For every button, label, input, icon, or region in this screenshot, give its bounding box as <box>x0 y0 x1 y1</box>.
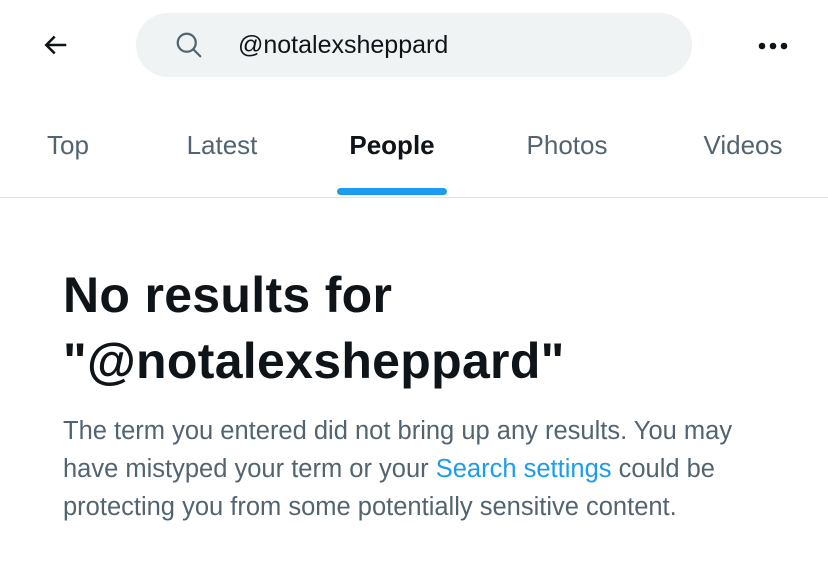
back-button[interactable] <box>30 22 80 72</box>
tab-videos[interactable]: Videos <box>658 108 828 198</box>
empty-state: No results for "@notalexsheppard" The te… <box>63 262 783 526</box>
tab-label: Latest <box>186 130 258 160</box>
tab-photos[interactable]: Photos <box>476 108 658 198</box>
active-tab-indicator <box>337 188 447 195</box>
top-bar <box>0 0 828 92</box>
more-horizontal-icon <box>758 38 788 56</box>
search-icon <box>174 30 204 60</box>
arrow-left-icon <box>40 30 70 65</box>
tab-label: Top <box>47 130 89 160</box>
tab-people[interactable]: People <box>308 108 476 198</box>
tab-label: Photos <box>526 130 608 160</box>
search-box[interactable] <box>136 13 692 77</box>
title-line-1: No results for <box>63 267 393 323</box>
empty-state-message: The term you entered did not bring up an… <box>63 412 773 526</box>
empty-state-title: No results for "@notalexsheppard" <box>63 262 783 394</box>
search-input[interactable] <box>238 30 658 60</box>
tab-label: People <box>349 130 435 160</box>
tab-label: Videos <box>703 130 783 160</box>
tab-top[interactable]: Top <box>0 108 136 198</box>
search-tabs: Top Latest People Photos Videos <box>0 108 828 198</box>
search-settings-link[interactable]: Search settings <box>436 455 612 483</box>
title-line-2: "@notalexsheppard" <box>63 333 565 389</box>
more-options-button[interactable] <box>748 22 798 72</box>
tab-latest[interactable]: Latest <box>136 108 308 198</box>
